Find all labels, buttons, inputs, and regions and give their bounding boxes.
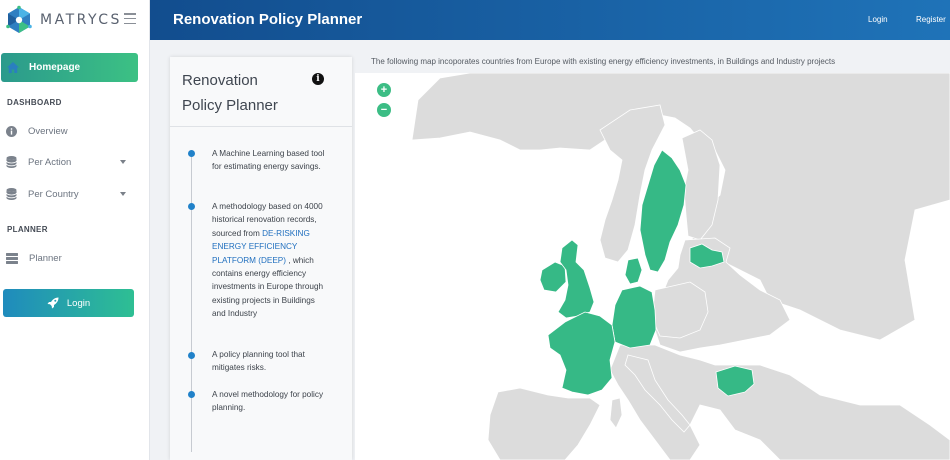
sidebar-item-planner[interactable]: Planner — [6, 248, 136, 268]
page-title: Renovation Policy Planner — [173, 11, 363, 28]
sidebar-item-per-country[interactable]: Per Country — [6, 184, 136, 204]
header-login-link[interactable]: Login — [868, 15, 888, 24]
database-icon — [6, 188, 17, 200]
info-card: Renovation Policy Planner i A Machine Le… — [170, 57, 352, 460]
info-circle-icon — [6, 125, 17, 137]
timeline-line — [191, 152, 192, 452]
per-action-label: Per Action — [28, 156, 72, 168]
chevron-down-icon — [120, 192, 126, 196]
map-zoom-out-button[interactable]: − — [377, 103, 391, 117]
menu-toggle-icon[interactable] — [124, 13, 136, 24]
brand-name: MATRYCS — [40, 12, 122, 28]
top-header: Renovation Policy Planner Login Register — [150, 0, 950, 40]
dashboard-heading: DASHBOARD — [7, 98, 62, 107]
timeline-dot — [188, 391, 195, 398]
rocket-icon — [47, 297, 59, 309]
overview-label: Overview — [28, 125, 68, 137]
timeline-dot — [188, 203, 195, 210]
sidebar-item-per-action[interactable]: Per Action — [6, 152, 136, 172]
map-land-sardinia[interactable] — [609, 397, 623, 429]
planner-label: Planner — [29, 252, 62, 264]
per-country-label: Per Country — [28, 188, 79, 200]
info-card-title: Renovation Policy Planner — [182, 72, 278, 114]
timeline-dot — [188, 150, 195, 157]
info-icon[interactable]: i — [312, 73, 324, 85]
header-register-link[interactable]: Register — [916, 15, 946, 24]
timeline-item: A Machine Learning based tool for estima… — [212, 149, 325, 172]
homepage-label: Homepage — [29, 62, 81, 73]
country-france[interactable] — [547, 311, 616, 396]
map-caption: The following map incoporates countries … — [371, 57, 836, 66]
europe-map-svg — [411, 73, 950, 460]
info-card-header: Renovation Policy Planner i — [170, 57, 352, 127]
sidebar: MATRYCS Homepage DASHBOARD Overview Per … — [0, 0, 150, 460]
map-land-iberia[interactable] — [487, 387, 601, 460]
planner-heading: PLANNER — [7, 225, 48, 234]
timeline-item: A policy planning tool that mitigates ri… — [212, 350, 305, 373]
country-germany[interactable] — [611, 285, 657, 349]
timeline-item: A methodology based on 4000 historical r… — [212, 202, 324, 319]
country-ireland[interactable] — [539, 261, 567, 293]
country-sweden[interactable] — [639, 149, 687, 273]
matrycs-logo-icon — [6, 5, 32, 33]
homepage-button[interactable]: Homepage — [1, 53, 138, 82]
map-land-poland[interactable] — [651, 281, 709, 339]
server-icon — [6, 252, 18, 264]
chevron-down-icon — [120, 160, 126, 164]
country-denmark[interactable] — [624, 257, 643, 285]
login-label: Login — [66, 297, 91, 309]
europe-map[interactable]: + − — [355, 73, 950, 460]
map-zoom-in-button[interactable]: + — [377, 83, 391, 97]
timeline-dot — [188, 352, 195, 359]
home-icon — [7, 62, 19, 73]
sidebar-login-button[interactable]: Login — [3, 289, 134, 317]
timeline-item: A novel methodology for policy planning. — [212, 390, 324, 413]
database-icon — [6, 156, 17, 168]
sidebar-item-overview[interactable]: Overview — [6, 121, 136, 141]
